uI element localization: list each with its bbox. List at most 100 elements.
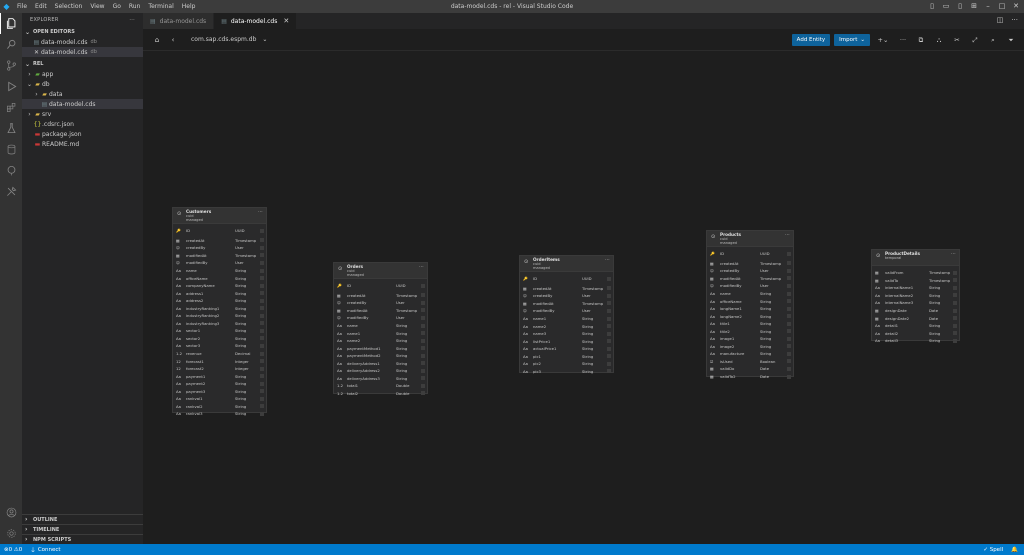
entity-products[interactable]: ⊙ Products cuid managed ⋯ 🔑 ID UUID ▦ creat… bbox=[706, 230, 794, 379]
add-entity-button[interactable]: Add Entity bbox=[791, 34, 831, 46]
settings-gear-icon[interactable] bbox=[0, 523, 22, 544]
field-row[interactable]: Aa name String bbox=[173, 267, 266, 275]
field-row[interactable]: Aa longName1 String bbox=[707, 305, 793, 313]
field-row[interactable]: Aa industryRanking3 String bbox=[173, 320, 266, 328]
minimize-icon[interactable]: – bbox=[984, 2, 992, 10]
field-row[interactable]: ▦ designDate2 Date bbox=[872, 314, 959, 322]
field-row[interactable]: Aa title1 String bbox=[707, 320, 793, 328]
field-row[interactable]: Aa actualPrice1 String bbox=[520, 345, 613, 353]
open-editor-item[interactable]: ▤ data-model.cds db bbox=[22, 37, 143, 47]
field-row[interactable]: Aa payment1 String bbox=[173, 372, 266, 380]
field-row[interactable]: ☺ createdBy User bbox=[707, 267, 793, 275]
field-row[interactable]: Aa deliveryAddress1 String bbox=[334, 359, 427, 367]
field-row[interactable]: Aa deliveryAddress2 String bbox=[334, 367, 427, 375]
add-icon[interactable]: +⌄ bbox=[874, 33, 892, 47]
customize-layout-icon[interactable]: ⊞ bbox=[970, 2, 978, 10]
tab-data-model-active[interactable]: ▤ data-model.cds ✕ bbox=[214, 13, 298, 29]
auto-layout-icon[interactable]: ⧉ bbox=[914, 33, 928, 47]
entity-menu-icon[interactable]: ⋯ bbox=[785, 232, 790, 238]
field-row[interactable]: Aa manufacture String bbox=[707, 350, 793, 358]
import-button[interactable]: Import ⌄ bbox=[834, 34, 870, 46]
field-row[interactable]: 1.2 revenue Decimal bbox=[173, 350, 266, 358]
field-row[interactable]: ▦ modifiedAt Timestamp bbox=[707, 275, 793, 283]
field-row[interactable]: Aa companyName String bbox=[173, 282, 266, 290]
hierarchy-icon[interactable]: ⛬ bbox=[932, 33, 946, 47]
more-actions-icon[interactable]: ··· bbox=[1011, 16, 1018, 24]
field-row[interactable]: Aa paymentMethod2 String bbox=[334, 352, 427, 360]
field-row[interactable]: Aa longName2 String bbox=[707, 312, 793, 320]
field-row[interactable]: 🔑 ID UUID bbox=[334, 282, 427, 290]
field-row[interactable]: ☺ modifiedBy User bbox=[173, 259, 266, 267]
field-row[interactable]: Aa detail1 String bbox=[872, 322, 959, 330]
field-row[interactable]: 1.2 total1 Double bbox=[334, 382, 427, 390]
field-row[interactable]: ▦ createdAt Timestamp bbox=[520, 285, 613, 293]
tree-item-srv[interactable]: › ▰ srv bbox=[22, 109, 143, 119]
field-row[interactable]: Aa internalName2 String bbox=[872, 292, 959, 300]
field-row[interactable]: Aa pic1 String bbox=[520, 352, 613, 360]
entity-orders[interactable]: ⊙ Orders cuid managed ⋯ 🔑 ID UUID ▦ created… bbox=[333, 262, 428, 396]
field-row[interactable]: Aa pic2 String bbox=[520, 360, 613, 368]
field-row[interactable]: ▦ modifiedAt Timestamp bbox=[520, 300, 613, 308]
field-row[interactable]: Aa pic3 String bbox=[520, 368, 613, 376]
field-row[interactable]: ☺ modifiedBy User bbox=[334, 314, 427, 322]
source-control-icon[interactable] bbox=[0, 55, 22, 76]
field-row[interactable]: Aa name String bbox=[707, 290, 793, 298]
menu-edit[interactable]: Edit bbox=[35, 3, 47, 10]
field-row[interactable]: ▦ createdAt Timestamp bbox=[173, 237, 266, 245]
entity-menu-icon[interactable]: ⋯ bbox=[258, 209, 263, 215]
field-row[interactable]: Aa paymentMethod1 String bbox=[334, 344, 427, 352]
back-icon[interactable]: ‹ bbox=[165, 32, 181, 48]
spell-button[interactable]: ✓ Spell bbox=[983, 547, 1003, 553]
field-row[interactable]: 🔑 ID UUID bbox=[707, 250, 793, 258]
menu-go[interactable]: Go bbox=[113, 3, 121, 10]
field-row[interactable]: ▦ designDate Date bbox=[872, 307, 959, 315]
field-row[interactable]: ☑ isUsed Boolean bbox=[707, 358, 793, 366]
problems-indicator[interactable]: ⊗0 ⚠0 bbox=[4, 547, 22, 553]
filter-icon[interactable]: ⏷ bbox=[1004, 33, 1018, 47]
cloud-icon[interactable] bbox=[0, 160, 22, 181]
close-tab-icon[interactable]: ✕ bbox=[283, 17, 289, 25]
field-row[interactable]: Aa deliveryAddress3 String bbox=[334, 375, 427, 383]
field-row[interactable]: Aa name2 String bbox=[520, 322, 613, 330]
tree-item-data-model[interactable]: ▤ data-model.cds bbox=[22, 99, 143, 109]
field-row[interactable]: Aa name String bbox=[334, 322, 427, 330]
notifications-icon[interactable]: 🔔 bbox=[1011, 547, 1018, 553]
field-row[interactable]: Aa name2 String bbox=[334, 337, 427, 345]
close-window-icon[interactable]: ✕ bbox=[1012, 2, 1020, 10]
field-row[interactable]: Aa name3 String bbox=[520, 330, 613, 338]
account-icon[interactable] bbox=[0, 502, 22, 523]
field-row[interactable]: Aa name1 String bbox=[520, 315, 613, 323]
field-row[interactable]: Aa sector3 String bbox=[173, 342, 266, 350]
toggle-sidebar-icon[interactable]: ▯ bbox=[928, 2, 936, 10]
field-row[interactable]: Aa title2 String bbox=[707, 327, 793, 335]
diagram-canvas[interactable]: ⊙ Customers cuid managed ⋯ 🔑 ID UUID ▦ crea… bbox=[143, 51, 1024, 544]
field-row[interactable]: Aa sector2 String bbox=[173, 335, 266, 343]
field-row[interactable]: Aa rankval1 String bbox=[173, 395, 266, 403]
folder-header[interactable]: ⌄ REL bbox=[22, 59, 143, 69]
field-row[interactable]: Aa listPrice1 String bbox=[520, 337, 613, 345]
field-row[interactable]: 12 forecast1 Integer bbox=[173, 357, 266, 365]
field-row[interactable]: ▦ validTo2 Date bbox=[707, 373, 793, 381]
field-row[interactable]: ▦ createdAt Timestamp bbox=[707, 260, 793, 268]
open-editors-header[interactable]: ⌄ OPEN EDITORS bbox=[22, 27, 143, 37]
field-row[interactable]: 🔑 ID UUID bbox=[173, 227, 266, 235]
field-row[interactable]: Aa industryRanking2 String bbox=[173, 312, 266, 320]
field-row[interactable]: 1.2 total2 Double bbox=[334, 390, 427, 398]
close-icon[interactable]: ✕ bbox=[32, 49, 41, 56]
field-row[interactable]: 🔑 ID UUID bbox=[520, 275, 613, 283]
tree-item-data[interactable]: › ▰ data bbox=[22, 89, 143, 99]
field-row[interactable]: Aa detail2 String bbox=[872, 329, 959, 337]
field-row[interactable]: Aa internalName3 String bbox=[872, 299, 959, 307]
entity-menu-icon[interactable]: ⋯ bbox=[951, 251, 956, 257]
expand-icon[interactable]: ⤢ bbox=[968, 33, 982, 47]
menu-run[interactable]: Run bbox=[129, 3, 141, 10]
field-row[interactable]: Aa payment2 String bbox=[173, 380, 266, 388]
tools-icon[interactable] bbox=[0, 181, 22, 202]
tab-data-model[interactable]: ▤ data-model.cds bbox=[143, 13, 215, 29]
field-row[interactable]: ☺ modifiedBy User bbox=[707, 282, 793, 290]
field-row[interactable]: ▦ createdAt Timestamp bbox=[334, 292, 427, 300]
tree-item-package[interactable]: ▬ package.json bbox=[22, 129, 143, 139]
run-debug-icon[interactable] bbox=[0, 76, 22, 97]
field-row[interactable]: 12 forecast2 Integer bbox=[173, 365, 266, 373]
menu-view[interactable]: View bbox=[90, 3, 104, 10]
